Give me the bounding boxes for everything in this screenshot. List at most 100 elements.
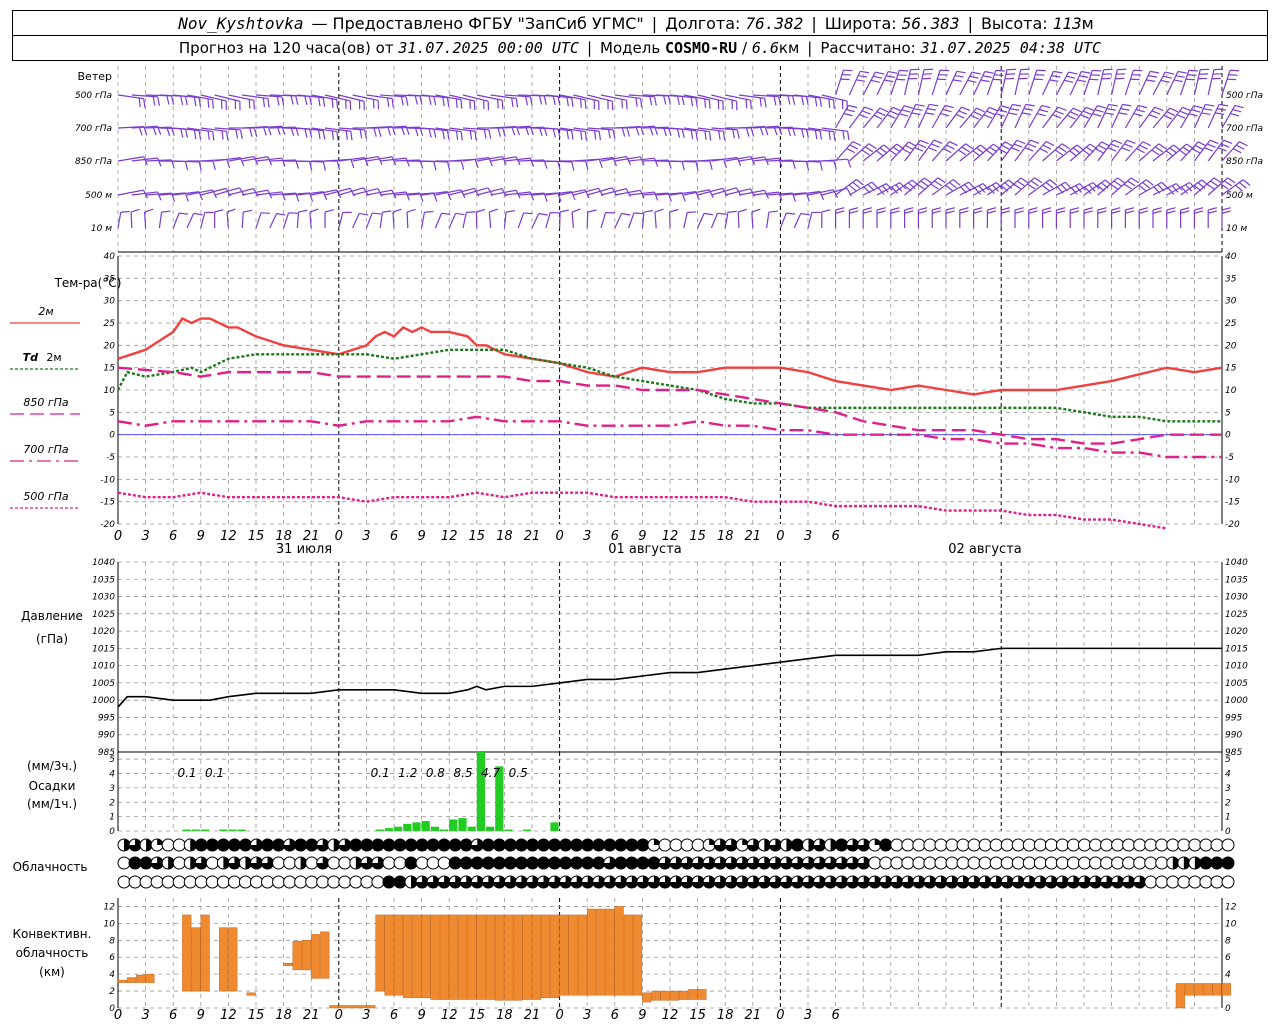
wind-barb-feather: [932, 210, 942, 214]
wind-barb: [1124, 141, 1144, 162]
wind-barb-feather: [207, 98, 210, 108]
cloud-fill: [394, 876, 406, 888]
wind-barb-feather: [235, 129, 239, 139]
conv-bar: [559, 914, 569, 996]
wind-barb-feather: [324, 209, 334, 213]
wind-barb-feather: [708, 99, 711, 109]
precip-total-label: 4.7: [481, 766, 500, 780]
wind-barb-feather: [345, 130, 348, 140]
conv-tick-right: 4: [1225, 970, 1231, 980]
time-tick-label-bottom: 3: [141, 1008, 149, 1023]
wind-barb-feather: [1193, 105, 1203, 109]
time-tick-label-bottom: 9: [417, 1008, 425, 1023]
wind-barb: [158, 212, 163, 229]
cloud-fill: [1222, 857, 1234, 869]
wind-barb: [392, 211, 395, 229]
wind-barb-feather: [1051, 75, 1061, 78]
wind-barb-feather: [214, 209, 224, 213]
conv-bar: [485, 914, 495, 1000]
wind-barb-feather: [243, 209, 253, 213]
precip-bar: [467, 826, 476, 831]
wind-barb-feather: [1039, 108, 1049, 113]
wind-barb-feather: [336, 99, 339, 109]
wind-barb: [338, 94, 365, 102]
wind-barb-feather: [932, 207, 942, 211]
wind-barb-feather: [948, 181, 957, 189]
wind-barb-feather: [801, 128, 805, 138]
cloud-symbol: [117, 875, 131, 889]
wind-barb-feather: [886, 114, 896, 119]
cloud-symbol: [338, 875, 352, 889]
wind-barb-feather: [1111, 207, 1121, 211]
cloud-fill: [581, 839, 594, 851]
wind-barb-feather: [198, 97, 202, 107]
wind-barb-feather: [856, 179, 864, 186]
wind-barb-feather: [1092, 113, 1102, 117]
wind-barb: [309, 212, 312, 229]
conv-bar: [347, 1005, 357, 1009]
cloud-symbol: [989, 838, 1003, 852]
wind-barb-feather: [559, 209, 569, 213]
wind-barb-feather: [718, 130, 721, 140]
wind-barb-feather: [1030, 180, 1039, 187]
time-tick-label-bottom: 18: [275, 1008, 292, 1023]
wind-barb-feather: [764, 98, 767, 108]
wind-barb: [1124, 105, 1139, 129]
wind-barb-feather: [819, 161, 823, 171]
wind-barb-feather: [643, 210, 653, 213]
wind-barb-feather: [1001, 207, 1011, 211]
wind-barb: [1069, 182, 1094, 196]
cloud-fill: [636, 839, 649, 851]
wind-barb-feather: [1098, 144, 1107, 151]
wind-barb-feather: [1097, 210, 1107, 214]
wind-barb-feather: [276, 212, 286, 216]
conv-bar: [688, 989, 698, 1000]
wind-barb-feather: [846, 147, 855, 154]
cloud-symbol: [901, 856, 915, 870]
time-tick-label: 9: [197, 529, 205, 544]
wind-barb: [214, 94, 240, 102]
conv-bar: [550, 914, 560, 999]
cloud-symbol: [205, 875, 219, 889]
wind-barb: [1111, 69, 1118, 96]
cloud-fill: [570, 839, 583, 851]
wind-barb: [751, 211, 754, 229]
wind-barb-feather: [695, 130, 698, 140]
wind-barb-feather: [635, 126, 640, 136]
pressure-tick-right: 1025: [1225, 610, 1248, 620]
time-tick-label-bottom: 0: [114, 1008, 122, 1023]
cloud-symbol: [1199, 875, 1213, 889]
wind-barb-feather: [1203, 108, 1213, 111]
cloud-symbol: [934, 856, 948, 870]
wind-level-label: 10 м: [91, 224, 112, 234]
wind-barb: [1138, 106, 1156, 129]
conv-bar: [669, 990, 679, 1001]
precip-total-label: 0.1: [205, 766, 224, 780]
wind-barb-feather: [267, 189, 273, 199]
wind-barb-feather: [405, 157, 410, 167]
pressure-tick-right: 1030: [1225, 593, 1248, 603]
wind-barb-feather: [1101, 182, 1109, 189]
wind-barb-feather: [703, 212, 714, 216]
cloud-fill: [305, 839, 318, 851]
conv-bar: [541, 914, 551, 999]
wind-barb-feather: [460, 131, 463, 141]
wind-barb-feather: [476, 208, 486, 213]
cloud-fill: [195, 839, 208, 851]
cloud-symbol: [272, 875, 286, 889]
pressure-tick-right: 1040: [1225, 558, 1248, 568]
wind-barb-feather: [945, 210, 955, 214]
conv-bar: [126, 977, 137, 983]
wind-barb-feather: [681, 128, 685, 138]
wind-barb-feather: [1057, 106, 1067, 111]
legend-label: 500 гПа: [23, 490, 69, 503]
wind-barb-feather: [1066, 114, 1076, 120]
legend-label: 850 гПа: [23, 396, 69, 409]
precip-tick-left: 3: [109, 784, 115, 794]
conv-bar: [531, 914, 541, 1000]
cloud-symbol: [901, 838, 915, 852]
wind-barb-feather: [1104, 112, 1114, 116]
cloud-fill: [140, 857, 153, 869]
pressure-tick-left: 1005: [92, 679, 115, 689]
wind-barb: [421, 212, 426, 229]
